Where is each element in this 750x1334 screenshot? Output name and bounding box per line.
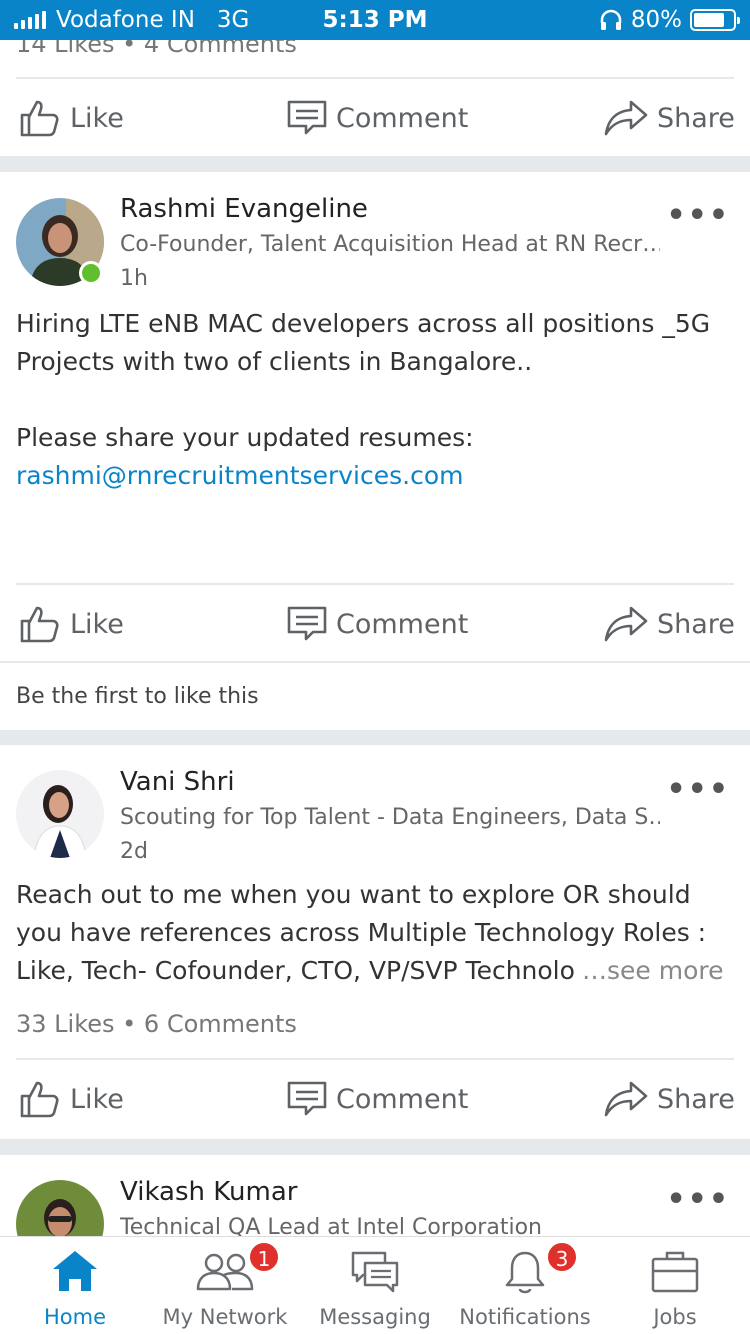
nav-jobs[interactable]: Jobs <box>600 1237 750 1334</box>
share-label: Share <box>657 608 735 640</box>
comment-label: Comment <box>336 102 469 134</box>
post-text[interactable]: Hiring LTE eNB MAC developers across all… <box>16 305 736 495</box>
nav-my-network[interactable]: 1 My Network <box>150 1237 300 1334</box>
bell-icon <box>505 1251 545 1294</box>
like-button[interactable]: Like <box>18 78 124 158</box>
profile-photo <box>16 1180 104 1236</box>
thumbs-up-icon <box>20 606 59 643</box>
nav-messaging[interactable]: Messaging <box>300 1237 450 1334</box>
thumbs-up-icon <box>20 1081 59 1118</box>
author-name[interactable]: Vikash Kumar <box>120 1177 297 1207</box>
post-text[interactable]: Reach out to me when you want to explore… <box>16 876 736 990</box>
nav-label: Home <box>43 1305 106 1329</box>
comment-icon <box>287 1081 327 1116</box>
feed-card-vani: Vani Shri Scouting for Top Talent - Data… <box>0 745 750 1139</box>
comment-icon <box>287 100 327 135</box>
notifications-badge: 3 <box>546 1241 578 1273</box>
battery-icon <box>690 9 740 31</box>
linkedin-feed-screen: Vodafone IN 3G 5:13 PM 80% 14 Likes • 4 … <box>0 0 750 1334</box>
share-button[interactable]: Share <box>603 1059 735 1139</box>
share-icon <box>604 606 648 642</box>
see-more-link[interactable]: …see more <box>582 952 724 990</box>
like-label: Like <box>70 608 124 640</box>
thumbs-up-icon <box>20 100 59 137</box>
like-button[interactable]: Like <box>18 584 124 664</box>
comment-label: Comment <box>336 608 469 640</box>
comment-button[interactable]: Comment <box>286 584 468 664</box>
like-prompt: Be the first to like this <box>16 684 259 709</box>
feed-card-rashmi: Rashmi Evangeline Co-Founder, Talent Acq… <box>0 172 750 730</box>
post-actions: Like Comment Share <box>0 78 750 158</box>
home-icon <box>53 1251 97 1291</box>
battery-percent: 80% <box>630 7 682 33</box>
people-icon <box>196 1253 254 1291</box>
post-time: 1h <box>120 266 148 291</box>
like-button[interactable]: Like <box>18 1059 124 1139</box>
feed-card-vikash: Vikash Kumar Technical QA Lead at Intel … <box>0 1155 750 1236</box>
post-time: 2d <box>120 839 148 864</box>
nav-notifications[interactable]: 3 Notifications <box>450 1237 600 1334</box>
avatar[interactable] <box>16 1180 104 1236</box>
share-label: Share <box>657 1083 735 1115</box>
briefcase-icon <box>651 1251 699 1293</box>
bottom-navigation: Home 1 My Network Messaging 3 Notificati… <box>0 1236 750 1334</box>
messaging-icon <box>351 1251 399 1293</box>
author-headline: Scouting for Top Talent - Data Engineers… <box>120 805 660 830</box>
nav-home[interactable]: Home <box>0 1237 150 1334</box>
avatar[interactable] <box>16 770 104 858</box>
battery-level <box>694 13 725 27</box>
like-label: Like <box>70 1083 124 1115</box>
author-name[interactable]: Vani Shri <box>120 767 235 797</box>
more-options-icon[interactable]: ••• <box>666 772 730 807</box>
share-button[interactable]: Share <box>603 584 735 664</box>
comment-button[interactable]: Comment <box>286 1059 468 1139</box>
author-name[interactable]: Rashmi Evangeline <box>120 194 368 224</box>
post-stats[interactable]: 33 Likes • 6 Comments <box>16 1010 297 1038</box>
author-headline: Co-Founder, Talent Acquisition Head at R… <box>120 232 660 257</box>
email-link[interactable]: rashmi@rnrecruitmentservices.com <box>16 457 736 495</box>
share-label: Share <box>657 102 735 134</box>
comment-label: Comment <box>336 1083 469 1115</box>
comment-button[interactable]: Comment <box>286 78 468 158</box>
headphones-icon <box>600 9 622 30</box>
share-icon <box>604 100 648 136</box>
share-icon <box>604 1081 648 1117</box>
nav-label: Jobs <box>653 1305 697 1329</box>
share-button[interactable]: Share <box>603 78 735 158</box>
nav-label: Messaging <box>319 1305 431 1329</box>
status-bar: Vodafone IN 3G 5:13 PM 80% <box>0 0 750 40</box>
profile-photo <box>16 770 104 858</box>
nav-label: Notifications <box>459 1305 591 1329</box>
post-actions: Like Comment Share <box>0 1059 750 1139</box>
author-headline: Technical QA Lead at Intel Corporation <box>120 1215 542 1236</box>
nav-label: My Network <box>162 1305 288 1329</box>
online-indicator <box>79 261 103 285</box>
more-options-icon[interactable]: ••• <box>666 198 730 233</box>
post-actions: Like Comment Share <box>0 584 750 664</box>
like-label: Like <box>70 102 124 134</box>
divider <box>0 661 750 663</box>
feed-card-previous: 14 Likes • 4 Comments Like Comment Share <box>0 30 750 158</box>
more-options-icon[interactable]: ••• <box>666 1182 730 1217</box>
comment-icon <box>287 606 327 641</box>
network-badge: 1 <box>248 1241 280 1273</box>
